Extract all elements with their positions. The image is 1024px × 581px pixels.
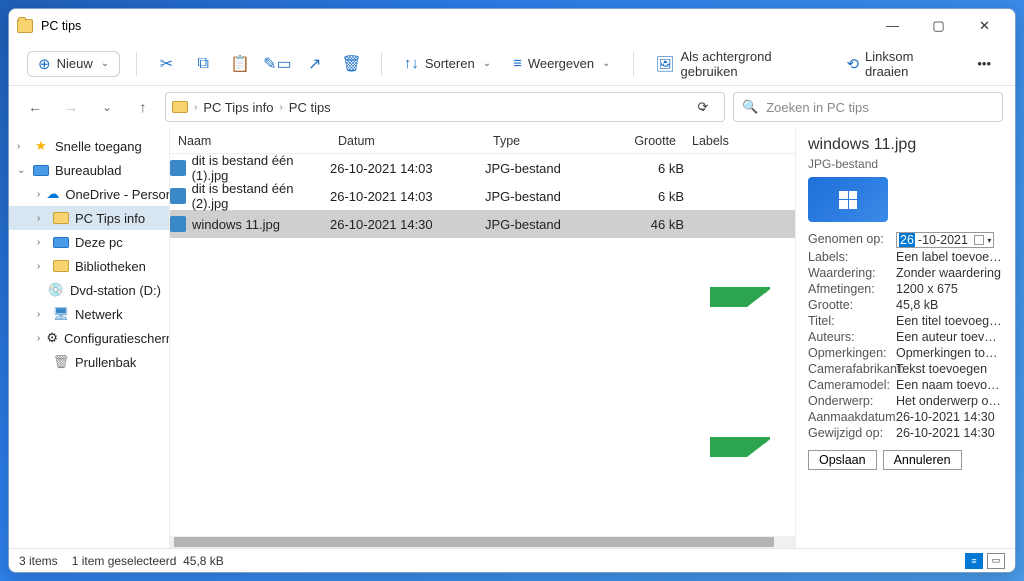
delete-icon[interactable]: 🗑 [338, 50, 365, 78]
file-icon [170, 216, 186, 232]
window-title: PC tips [41, 19, 81, 33]
copy-icon[interactable]: ⧉ [190, 50, 217, 78]
titlebar[interactable]: PC tips — ▢ ✕ [9, 9, 1015, 42]
sidebar-item-8[interactable]: ›⚙Configuratiescherm [9, 326, 169, 350]
folder-icon [172, 101, 188, 113]
preview-thumbnail [808, 177, 888, 222]
rotate-button[interactable]: ⟲Linksom draaien [840, 45, 961, 83]
status-count: 3 items [19, 554, 58, 568]
crumb-b[interactable]: PC tips [289, 100, 331, 115]
details-prop[interactable]: Aanmaakdatum:26-10-2021 14:30 [808, 410, 1003, 424]
details-prop[interactable]: Opmerkingen:Opmerkingen toevoe... [808, 346, 1003, 360]
cancel-button[interactable]: Annuleren [883, 450, 962, 470]
back-button[interactable]: ← [21, 93, 49, 121]
annotation-arrow [710, 437, 770, 457]
file-list: Naam Datum Type Grootte Labels dit is be… [169, 128, 795, 548]
details-prop[interactable]: Camerafabrikant:Tekst toevoegen [808, 362, 1003, 376]
details-prop[interactable]: Labels:Een label toevoegen [808, 250, 1003, 264]
sidebar-item-2[interactable]: ›☁OneDrive - Persona [9, 182, 169, 206]
setbg-button[interactable]: 🖼Als achtergrond gebruiken [649, 45, 830, 83]
file-row[interactable]: dit is bestand één (1).jpg26-10-2021 14:… [170, 154, 795, 182]
chevron-down-icon[interactable]: ⌄ [93, 93, 121, 121]
sort-button[interactable]: ↑↓Sorteren⌄ [398, 51, 497, 76]
view-details-button[interactable]: ≡ [965, 553, 983, 569]
annotation-arrow [710, 287, 770, 307]
status-size: 45,8 kB [183, 554, 224, 568]
paste-icon[interactable]: 📋 [227, 50, 254, 78]
sidebar-item-4[interactable]: ›Deze pc [9, 230, 169, 254]
file-icon [170, 160, 186, 176]
cut-icon[interactable]: ✂ [153, 50, 180, 78]
folder-icon [17, 19, 33, 33]
sidebar-item-3[interactable]: ›PC Tips info [9, 206, 169, 230]
details-prop[interactable]: Afmetingen:1200 x 675 [808, 282, 1003, 296]
details-subtitle: JPG-bestand [808, 157, 1003, 171]
details-prop[interactable]: Genomen op:26-10-2021 ▾ [808, 232, 1003, 248]
details-title: windows 11.jpg [808, 136, 1003, 154]
file-icon [170, 188, 186, 204]
rename-icon[interactable]: ✎▭ [263, 50, 291, 78]
col-date[interactable]: Datum [330, 134, 485, 148]
status-bar: 3 items 1 item geselecteerd 45,8 kB ≡ ▭ [9, 548, 1015, 572]
details-prop[interactable]: Grootte:45,8 kB [808, 298, 1003, 312]
breadcrumb[interactable]: › PC Tips info › PC tips ⌄ ⟳ [165, 92, 725, 122]
search-input[interactable]: 🔍 Zoeken in PC tips [733, 92, 1003, 122]
sidebar-item-6[interactable]: 💿Dvd-station (D:) [9, 278, 169, 302]
col-labels[interactable]: Labels [684, 134, 764, 148]
share-icon[interactable]: ↗ [301, 50, 328, 78]
sidebar-item-0[interactable]: ›★Snelle toegang [9, 134, 169, 158]
date-input[interactable]: 26-10-2021 ▾ [896, 232, 994, 248]
maximize-button[interactable]: ▢ [916, 12, 961, 40]
more-button[interactable]: ••• [971, 52, 997, 75]
details-prop[interactable]: Titel:Een titel toevoegen [808, 314, 1003, 328]
details-prop[interactable]: Auteurs:Een auteur toevoegen [808, 330, 1003, 344]
search-icon: 🔍 [742, 99, 758, 115]
view-button[interactable]: ≡Weergeven⌄ [507, 51, 616, 76]
save-button[interactable]: Opslaan [808, 450, 877, 470]
sidebar-item-9[interactable]: 🗑Prullenbak [9, 350, 169, 374]
scrollbar-horizontal[interactable] [170, 536, 795, 548]
forward-button[interactable]: → [57, 93, 85, 121]
status-selection: 1 item geselecteerd [72, 554, 177, 568]
details-prop[interactable]: Gewijzigd op:26-10-2021 14:30 [808, 426, 1003, 440]
details-prop[interactable]: Onderwerp:Het onderwerp opgev... [808, 394, 1003, 408]
col-size[interactable]: Grootte [609, 134, 684, 148]
details-pane: windows 11.jpg JPG-bestand Genomen op:26… [795, 128, 1015, 548]
new-button[interactable]: ⊕Nieuw⌄ [27, 51, 120, 77]
sidebar-item-5[interactable]: ›Bibliotheken [9, 254, 169, 278]
details-prop[interactable]: Cameramodel:Een naam toevoegen [808, 378, 1003, 392]
crumb-a[interactable]: PC Tips info [203, 100, 273, 115]
sidebar-item-1[interactable]: ⌄Bureaublad [9, 158, 169, 182]
explorer-window: PC tips — ▢ ✕ ⊕Nieuw⌄ ✂ ⧉ 📋 ✎▭ ↗ 🗑 ↑↓Sor… [8, 8, 1016, 573]
calendar-icon[interactable] [974, 235, 984, 245]
refresh-button[interactable]: ⟳ [688, 92, 718, 122]
details-prop[interactable]: Waardering:Zonder waardering [808, 266, 1003, 280]
ribbon: ⊕Nieuw⌄ ✂ ⧉ 📋 ✎▭ ↗ 🗑 ↑↓Sorteren⌄ ≡Weerge… [9, 42, 1015, 86]
navbar: ← → ⌄ ↑ › PC Tips info › PC tips ⌄ ⟳ 🔍 Z… [9, 86, 1015, 128]
sidebar: ›★Snelle toegang⌄Bureaublad›☁OneDrive - … [9, 128, 169, 548]
minimize-button[interactable]: — [870, 12, 915, 40]
file-row[interactable]: windows 11.jpg26-10-2021 14:30JPG-bestan… [170, 210, 795, 238]
sidebar-item-7[interactable]: ›🖥Netwerk [9, 302, 169, 326]
file-row[interactable]: dit is bestand één (2).jpg26-10-2021 14:… [170, 182, 795, 210]
col-name[interactable]: Naam [170, 134, 330, 148]
close-button[interactable]: ✕ [962, 12, 1007, 40]
column-headers[interactable]: Naam Datum Type Grootte Labels [170, 128, 795, 154]
view-large-button[interactable]: ▭ [987, 553, 1005, 569]
col-type[interactable]: Type [485, 134, 609, 148]
up-button[interactable]: ↑ [129, 93, 157, 121]
